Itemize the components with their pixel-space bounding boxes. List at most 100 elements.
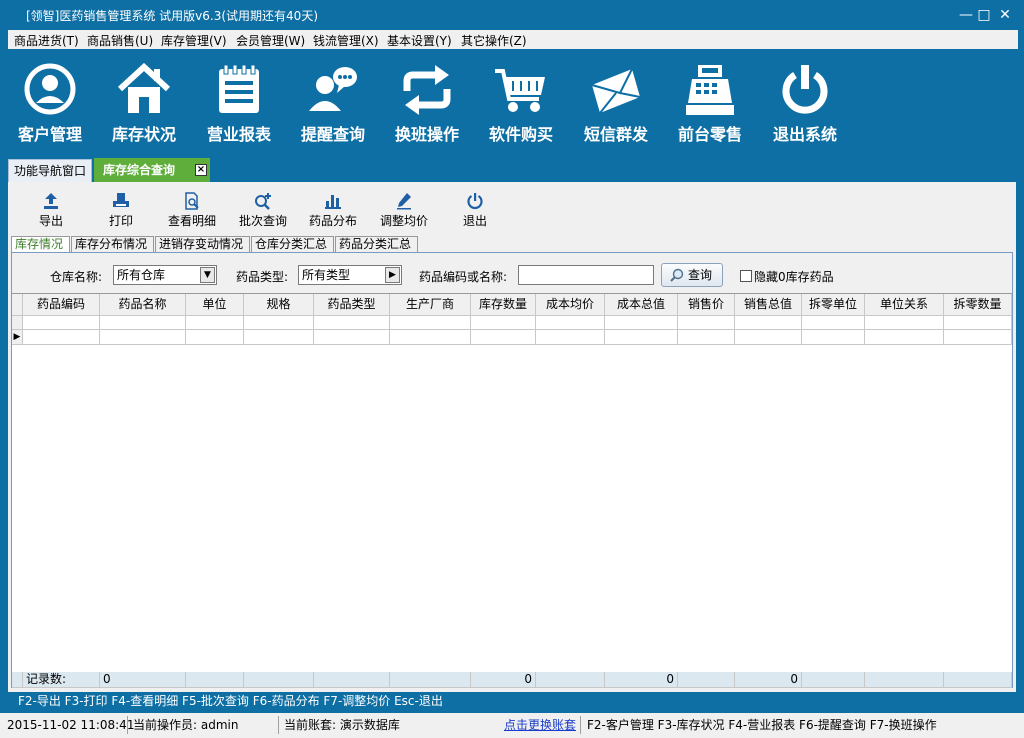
cost-total-sum: 0	[605, 672, 678, 688]
column-header[interactable]: 销售总值	[735, 294, 802, 316]
users-chat-icon	[309, 67, 357, 111]
tab-inventory-query-label: 库存综合查询	[103, 163, 176, 177]
column-header[interactable]: 成本均价	[536, 294, 605, 316]
filter-bar: 仓库名称: 所有仓库 ▼ 药品类型: 所有类型 ▶ 药品编码或名称: 查询 隐藏…	[12, 253, 1012, 293]
view-details-button[interactable]: 查看明细	[159, 192, 225, 232]
batch-query-button[interactable]: 批次查询	[230, 192, 296, 232]
subtab-inventory-status[interactable]: 库存情况	[11, 236, 70, 253]
column-header[interactable]: 成本总值	[605, 294, 678, 316]
software-purchase-button[interactable]: 软件购买	[476, 63, 566, 148]
main-toolbar: 客户管理 库存状况 营业报表 提醒查询 换班操作 软件购买 短信群发 前台零售 …	[0, 49, 1024, 154]
main-panel: 导出 打印 查看明细 批次查询 药品分布 调整均价 退出 库存情况 库存分布情况	[8, 182, 1016, 692]
status-operator: 当前操作员: admin	[130, 716, 279, 734]
warehouse-select[interactable]: 所有仓库 ▼	[113, 265, 217, 285]
exit-system-button[interactable]: 退出系统	[760, 63, 850, 148]
reminder-query-button[interactable]: 提醒查询	[288, 63, 378, 148]
cash-register-icon	[686, 65, 734, 115]
subtab-warehouse-summary[interactable]: 仓库分类汇总	[251, 236, 334, 253]
window-title: [领智]医药销售管理系统 试用版v6.3(试用期还有40天)	[26, 9, 318, 23]
exit-label: 退出	[462, 214, 487, 228]
column-header[interactable]: 拆零数量	[944, 294, 1012, 316]
sales-total-sum: 0	[735, 672, 802, 688]
query-toolbar: 导出 打印 查看明细 批次查询 药品分布 调整均价 退出	[8, 182, 1016, 234]
column-header[interactable]: 拆零单位	[802, 294, 865, 316]
column-header[interactable]: 单位关系	[865, 294, 944, 316]
power-icon	[782, 65, 828, 114]
menu-item-inventory[interactable]: 库存管理(V)	[161, 32, 227, 49]
envelope-icon	[591, 68, 641, 114]
column-header[interactable]: 销售价	[678, 294, 735, 316]
print-icon	[113, 193, 129, 207]
hide-zero-stock-label: 隐藏0库存药品	[754, 270, 834, 284]
menu-item-members[interactable]: 会员管理(W)	[236, 32, 305, 49]
record-count-value: 0	[100, 672, 186, 688]
menu-item-other[interactable]: 其它操作(Z)	[461, 32, 527, 49]
tab-navigation[interactable]: 功能导航窗口	[8, 159, 92, 182]
adjust-average-price-label: 调整均价	[379, 214, 428, 228]
minimize-button[interactable]: —	[956, 6, 976, 24]
front-retail-label: 前台零售	[677, 125, 742, 144]
subtab-inventory-distribution[interactable]: 库存分布情况	[71, 236, 154, 253]
exit-button[interactable]: 退出	[442, 192, 508, 232]
inventory-status-button[interactable]: 库存状况	[99, 63, 189, 148]
tab-inventory-query[interactable]: 库存综合查询 ×	[94, 158, 210, 182]
cart-icon	[495, 69, 545, 112]
export-label: 导出	[38, 214, 63, 228]
column-header[interactable]: 药品名称	[100, 294, 186, 316]
sms-broadcast-button[interactable]: 短信群发	[571, 63, 661, 148]
menu-item-cashflow[interactable]: 钱流管理(X)	[313, 32, 379, 49]
chevron-right-icon[interactable]: ▶	[385, 267, 400, 283]
shift-change-button[interactable]: 换班操作	[382, 63, 472, 148]
inventory-table: 药品编码 药品名称 单位 规格 药品类型 生产厂商 库存数量 成本均价 成本总值…	[12, 293, 1012, 688]
query-button[interactable]: 查询	[661, 263, 723, 287]
status-datetime: 2015-11-02 11:08:41	[4, 716, 134, 734]
subtab-drug-category-summary[interactable]: 药品分类汇总	[335, 236, 418, 253]
customer-management-label: 客户管理	[17, 125, 82, 144]
drug-code-label: 药品编码或名称:	[419, 270, 508, 284]
drug-type-select[interactable]: 所有类型 ▶	[298, 265, 402, 285]
subtab-stock-changes[interactable]: 进销存变动情况	[155, 236, 250, 253]
column-header[interactable]: 生产厂商	[390, 294, 471, 316]
current-row-marker: ▶	[12, 330, 23, 345]
notepad-icon	[219, 64, 259, 113]
close-tab-icon[interactable]: ×	[195, 164, 207, 176]
shift-change-label: 换班操作	[394, 125, 459, 144]
table-row[interactable]	[12, 316, 1012, 330]
hide-zero-stock-checkbox[interactable]	[740, 270, 752, 282]
drug-distribution-button[interactable]: 药品分布	[300, 192, 366, 232]
customer-management-button[interactable]: 客户管理	[5, 63, 95, 148]
stock-qty-total: 0	[471, 672, 536, 688]
menu-item-sales[interactable]: 商品销售(U)	[87, 32, 153, 49]
column-header[interactable]: 库存数量	[471, 294, 536, 316]
column-header[interactable]: 药品编码	[23, 294, 100, 316]
row-header-corner	[12, 294, 23, 316]
maximize-button[interactable]: □	[974, 6, 994, 24]
business-report-label: 营业报表	[206, 125, 271, 144]
print-button[interactable]: 打印	[88, 192, 154, 232]
warehouse-label: 仓库名称:	[50, 270, 103, 284]
business-report-button[interactable]: 营业报表	[194, 63, 284, 148]
column-header[interactable]: 单位	[186, 294, 244, 316]
view-details-label: 查看明细	[167, 214, 216, 228]
column-header[interactable]: 药品类型	[314, 294, 390, 316]
drug-type-select-value: 所有类型	[302, 268, 351, 282]
column-header[interactable]: 规格	[244, 294, 314, 316]
warehouse-select-value: 所有仓库	[117, 268, 166, 282]
menu-item-purchase[interactable]: 商品进货(T)	[14, 32, 79, 49]
table-footer: 记录数: 0 0 0 0	[12, 672, 1012, 688]
doc-search-icon	[185, 192, 199, 210]
house-icon	[117, 63, 171, 113]
drug-code-input[interactable]	[518, 265, 654, 285]
switch-account-link[interactable]: 点击更换账套	[504, 716, 576, 734]
table-row[interactable]: ▶	[12, 330, 1012, 345]
export-button[interactable]: 导出	[18, 192, 84, 232]
inventory-status-label: 库存状况	[111, 125, 176, 144]
batch-query-label: 批次查询	[238, 214, 287, 228]
search-plus-icon	[255, 193, 271, 210]
close-button[interactable]: ✕	[995, 6, 1015, 24]
chevron-down-icon[interactable]: ▼	[200, 267, 215, 283]
adjust-average-price-button[interactable]: 调整均价	[371, 192, 437, 232]
menu-item-settings[interactable]: 基本设置(Y)	[387, 32, 452, 49]
front-retail-button[interactable]: 前台零售	[665, 63, 755, 148]
reminder-query-label: 提醒查询	[300, 125, 365, 144]
